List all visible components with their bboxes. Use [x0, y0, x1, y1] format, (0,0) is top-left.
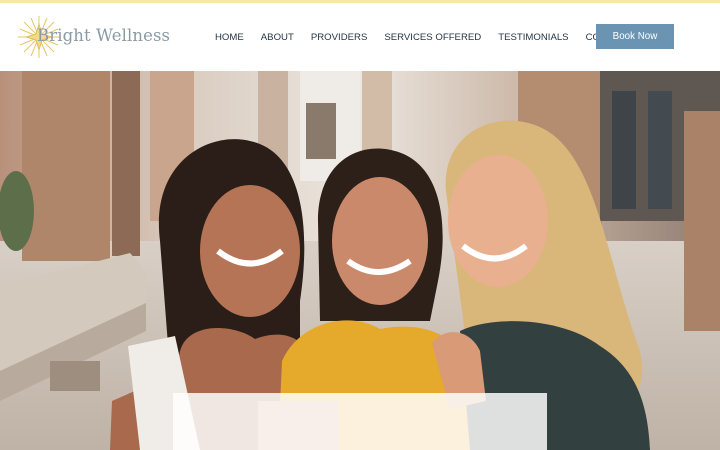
nav-testimonials[interactable]: TESTIMONIALS — [497, 32, 569, 43]
nav-providers[interactable]: PROVIDERS — [310, 32, 369, 43]
main-nav: HOME ABOUT PROVIDERS SERVICES OFFERED TE… — [214, 27, 632, 47]
book-now-button[interactable]: Book Now — [596, 24, 674, 49]
site-header: Bright Wellness HOME ABOUT PROVIDERS SER… — [0, 3, 720, 71]
hero-content-card — [173, 393, 547, 450]
brand-logo[interactable]: Bright Wellness — [16, 12, 170, 62]
nav-services-offered[interactable]: SERVICES OFFERED — [383, 32, 482, 43]
hero-section — [0, 71, 720, 450]
nav-home[interactable]: HOME — [214, 32, 245, 43]
brand-name: Bright Wellness — [37, 26, 171, 45]
nav-about[interactable]: ABOUT — [260, 32, 295, 43]
